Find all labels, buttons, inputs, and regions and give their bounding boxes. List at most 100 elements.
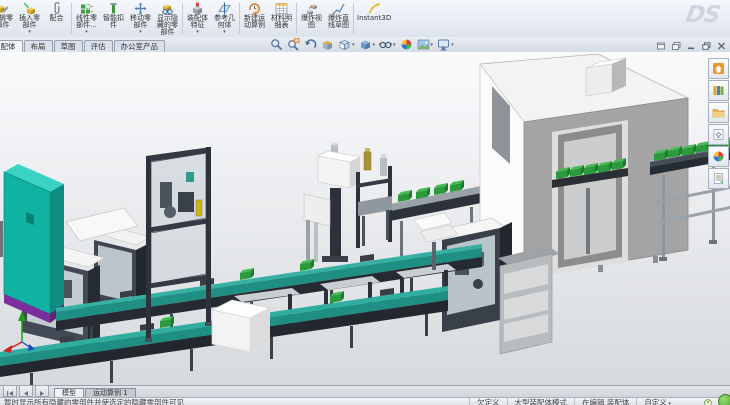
minimize-button[interactable] [685, 39, 697, 49]
dropdown-arrow-icon: ▾ [352, 42, 355, 48]
ribbon-button-label: 配合 [50, 15, 64, 22]
instant3d-button[interactable]: Instant3D [355, 0, 393, 37]
quick-tip-icon[interactable] [704, 399, 712, 405]
restore-icon [702, 35, 711, 54]
command-manager-ribbon: 编辑零部件插入零部件▾配合线性零部件...▾智能扣件移动零部件▾显示隐藏的零部件… [0, 0, 730, 38]
restore-button[interactable] [700, 39, 712, 49]
dropdown-arrow-icon: ▾ [393, 42, 396, 48]
ribbon-button-label: 编辑零部件 [0, 15, 13, 29]
edit-appearance-button[interactable] [398, 38, 415, 51]
zoom-to-area-icon [287, 38, 300, 51]
ribbon-button-label: Instant3D [357, 15, 391, 22]
dropdown-arrow-icon: ▾ [85, 30, 88, 37]
hide-show-items-icon [379, 38, 392, 51]
appearances-scenes-icon [712, 150, 725, 163]
show-hidden-components-button[interactable]: 显示隐藏的零部件 [154, 0, 181, 37]
new-window-button[interactable] [655, 39, 667, 49]
file-explorer-tab[interactable] [708, 102, 729, 123]
dropdown-arrow-icon: ▾ [28, 30, 31, 37]
previous-view-icon [304, 38, 317, 51]
white-floor-box[interactable] [212, 300, 270, 352]
previous-sheet-button[interactable] [19, 385, 33, 397]
solidworks-resources-icon [712, 62, 725, 75]
status-customize[interactable]: 自定义 ▾ [636, 398, 678, 405]
document-window-controls [655, 39, 727, 49]
command-tabs: 装配体布局草图评估办公室产品 [0, 40, 166, 52]
custom-properties-tab[interactable] [708, 168, 729, 189]
ribbon-button-label: 显示隐藏的零部件 [157, 15, 178, 37]
status-right-cluster: 欠定义大型装配体模式在编辑 装配体自定义 ▾ [469, 398, 678, 405]
new-motion-study-button[interactable]: 新建运动算例 [241, 0, 268, 37]
heads-up-view-toolbar: ▾ ▾ ▾ ▾ ▾ [268, 38, 456, 51]
section-view-icon [321, 38, 334, 51]
ribbon-buttons: 编辑零部件插入零部件▾配合线性零部件...▾智能扣件移动零部件▾显示隐藏的零部件… [0, 0, 393, 37]
reference-geometry-button[interactable]: 参考几何体▾ [211, 0, 238, 37]
status-message: 暂时显示所有隐藏的零部件并使选定的隐藏零部件可见 [0, 398, 184, 405]
dropdown-arrow-icon: ▾ [196, 30, 199, 37]
ribbon-button-label: 爆炸直线草图 [328, 15, 349, 29]
viewport-3d[interactable] [0, 52, 730, 385]
toolbar-separator [182, 3, 183, 34]
view-settings-button[interactable]: ▾ [435, 38, 456, 51]
command-tab-band: 装配体布局草图评估办公室产品 ▾ ▾ ▾ ▾ ▾ [0, 37, 730, 53]
ribbon-button-label: 装配体特征 [187, 15, 208, 29]
view-palette-tab[interactable] [708, 124, 729, 145]
dropdown-arrow-icon: ▾ [451, 42, 454, 48]
solidworks-help-ball-icon[interactable] [718, 394, 730, 405]
dropdown-arrow-icon: ▾ [431, 42, 434, 48]
first-sheet-button[interactable] [3, 385, 17, 397]
quick-tip-icon [704, 400, 712, 405]
status-bar: 暂时显示所有隐藏的零部件并使选定的隐藏零部件可见 欠定义大型装配体模式在编辑 装… [0, 397, 730, 405]
mate-button[interactable]: 配合 [43, 0, 70, 37]
edit-appearance-icon [400, 38, 413, 51]
new-window-icon [657, 35, 666, 54]
custom-properties-icon [712, 172, 725, 185]
insert-components-button[interactable]: 插入零部件▾ [16, 0, 43, 37]
smart-fasteners-button[interactable]: 智能扣件 [100, 0, 127, 37]
dropdown-arrow-icon: ▾ [223, 30, 226, 37]
explode-line-sketch-button[interactable]: 爆炸直线草图 [325, 0, 352, 37]
apply-scene-button[interactable]: ▾ [415, 38, 436, 51]
appearances-scenes-tab[interactable] [708, 146, 729, 167]
display-style-button[interactable]: ▾ [357, 38, 378, 51]
tab-layout[interactable]: 布局 [24, 40, 53, 52]
solidworks-window: 编辑零部件插入零部件▾配合线性零部件...▾智能扣件移动零部件▾显示隐藏的零部件… [0, 0, 730, 405]
status-large-assembly-mode: 大型装配体模式 [507, 398, 575, 405]
dropdown-arrow-icon: ▾ [373, 42, 376, 48]
previous-view-button[interactable] [302, 38, 319, 51]
tab-office-products[interactable]: 办公室产品 [114, 40, 166, 52]
move-component-button[interactable]: 移动零部件▾ [127, 0, 154, 37]
ribbon-button-label: 移动零部件 [130, 15, 151, 29]
tab-assembly[interactable]: 装配体 [0, 40, 23, 52]
section-view-button[interactable] [319, 38, 336, 51]
view-palette-icon [712, 128, 725, 141]
view-orientation-button[interactable]: ▾ [336, 38, 357, 51]
edit-component-button[interactable]: 编辑零部件 [0, 0, 16, 37]
cascade-windows-icon [672, 35, 681, 54]
next-sheet-button[interactable] [35, 385, 49, 397]
ribbon-button-label: 新建运动算例 [244, 15, 265, 29]
task-pane-strip [708, 58, 729, 189]
zoom-to-area-button[interactable] [285, 38, 302, 51]
drawer-cabinet[interactable] [498, 246, 560, 354]
tab-sketch[interactable]: 草图 [54, 40, 83, 52]
close-button[interactable] [715, 39, 727, 49]
toolbar-separator [71, 3, 72, 34]
zoom-to-fit-button[interactable] [268, 38, 285, 51]
dropdown-arrow-icon: ▾ [667, 401, 671, 405]
exploded-view-button[interactable]: 爆炸视图 [298, 0, 325, 37]
solidworks-resources-tab[interactable] [708, 58, 729, 79]
bill-of-materials-button[interactable]: 材料明细表 [268, 0, 295, 37]
cascade-windows-button[interactable] [670, 39, 682, 49]
toolbar-separator [296, 3, 297, 34]
ribbon-button-label: 爆炸视图 [301, 15, 322, 29]
design-library-tab[interactable] [708, 80, 729, 101]
assembly-features-button[interactable]: 装配体特征▾ [184, 0, 211, 37]
close-icon [717, 35, 726, 54]
view-orientation-icon [338, 38, 351, 51]
linear-component-pattern-button[interactable]: 线性零部件...▾ [73, 0, 100, 37]
cyan-electrical-cabinet[interactable] [4, 164, 64, 323]
hide-show-items-button[interactable]: ▾ [377, 38, 398, 51]
tab-evaluate[interactable]: 评估 [84, 40, 113, 52]
apply-scene-icon [417, 38, 430, 51]
